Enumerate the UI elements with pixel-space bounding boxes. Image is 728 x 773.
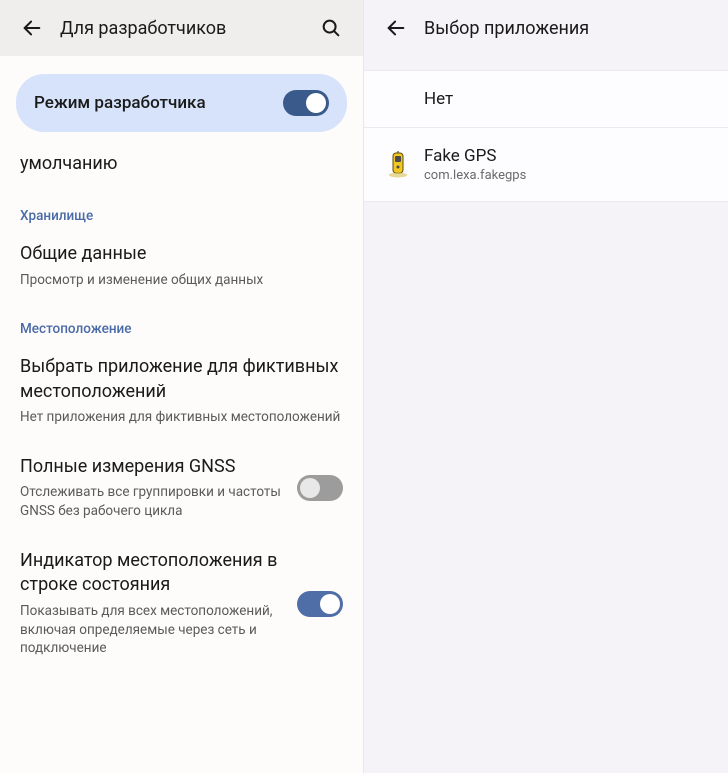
- back-icon[interactable]: [376, 8, 416, 48]
- back-icon[interactable]: [12, 8, 52, 48]
- option-none-label: Нет: [424, 89, 708, 109]
- app-chooser-panel: Выбор приложения Нет Fake GPS com.lexa.f…: [364, 0, 728, 773]
- app-name: Fake GPS: [424, 146, 708, 166]
- gnss-toggle[interactable]: [297, 475, 343, 501]
- location-indicator-row[interactable]: Индикатор местоположения в строке состоя…: [0, 535, 363, 672]
- shared-data-row[interactable]: Общие данные Просмотр и изменение общих …: [0, 228, 363, 303]
- dev-mode-toggle[interactable]: [283, 90, 329, 116]
- page-title: Выбор приложения: [424, 18, 716, 39]
- truncated-row[interactable]: умолчанию: [0, 138, 363, 190]
- mock-location-title: Выбрать приложение для фиктивных местопо…: [20, 355, 343, 404]
- dev-mode-label: Режим разработчика: [34, 93, 206, 113]
- developer-options-panel: Для разработчиков Режим разработчика умо…: [0, 0, 364, 773]
- header: Для разработчиков: [0, 0, 363, 56]
- search-icon[interactable]: [311, 8, 351, 48]
- app-icon: [384, 151, 424, 179]
- section-header-storage: Хранилище: [0, 190, 363, 228]
- gnss-sub: Отслеживать все группировки и частоты GN…: [20, 483, 285, 521]
- shared-data-sub: Просмотр и изменение общих данных: [20, 271, 343, 290]
- location-indicator-toggle[interactable]: [297, 591, 343, 617]
- truncated-row-title: умолчанию: [20, 152, 343, 176]
- location-indicator-sub: Показывать для всех местоположений, вклю…: [20, 602, 285, 659]
- app-package: com.lexa.fakegps: [424, 168, 708, 183]
- option-fake-gps[interactable]: Fake GPS com.lexa.fakegps: [364, 128, 728, 202]
- gnss-title: Полные измерения GNSS: [20, 455, 285, 479]
- location-indicator-title: Индикатор местоположения в строке состоя…: [20, 549, 285, 598]
- section-header-location: Местоположение: [0, 303, 363, 341]
- option-none[interactable]: Нет: [364, 70, 728, 128]
- mock-location-row[interactable]: Выбрать приложение для фиктивных местопо…: [0, 341, 363, 440]
- gnss-row[interactable]: Полные измерения GNSS Отслеживать все гр…: [0, 441, 363, 535]
- header: Выбор приложения: [364, 0, 728, 56]
- mock-location-sub: Нет приложения для фиктивных местоположе…: [20, 408, 343, 427]
- page-title: Для разработчиков: [60, 18, 311, 39]
- dev-mode-toggle-row[interactable]: Режим разработчика: [16, 74, 347, 132]
- shared-data-title: Общие данные: [20, 242, 343, 266]
